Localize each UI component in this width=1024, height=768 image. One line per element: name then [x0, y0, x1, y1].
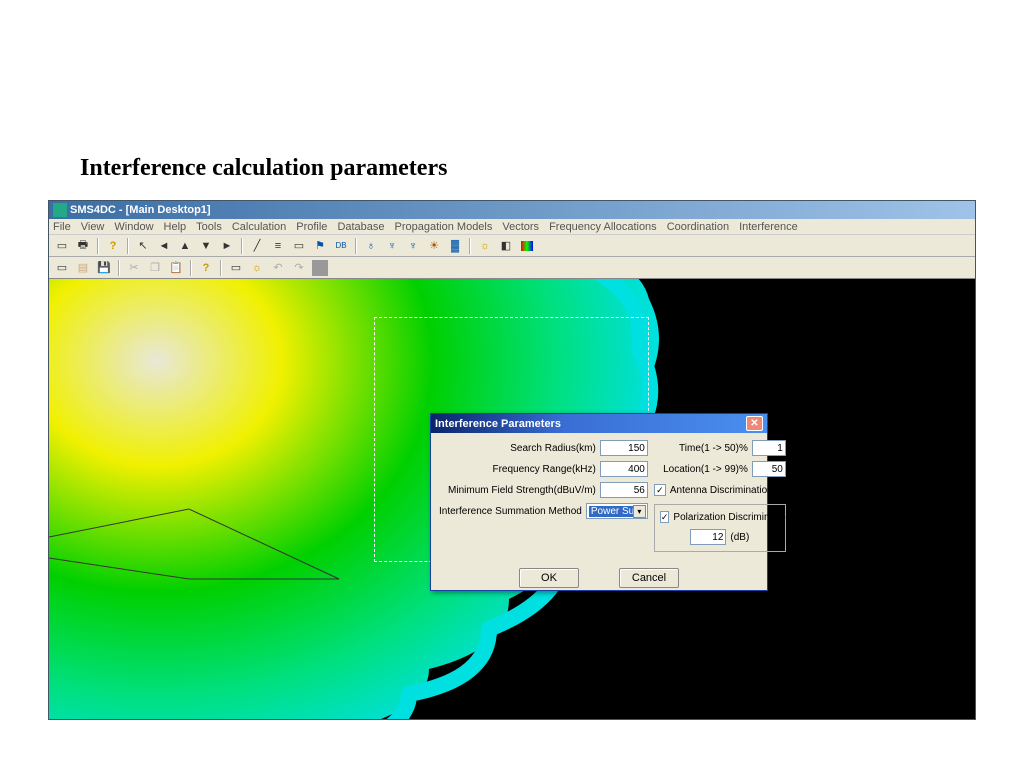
- sum-method-label: Interference Summation Method: [439, 506, 582, 517]
- location-label: Location(1 -> 99)%: [663, 464, 748, 475]
- interference-dialog: Interference Parameters ✕ Search Radius(…: [430, 413, 768, 591]
- sun2-icon[interactable]: ☼: [248, 259, 266, 277]
- open-icon[interactable]: ▤: [74, 259, 92, 277]
- chevron-down-icon[interactable]: ▾: [633, 505, 646, 518]
- freq-range-input[interactable]: [600, 461, 648, 477]
- separator: [469, 238, 471, 254]
- arrow-up-icon[interactable]: ▲: [176, 237, 194, 255]
- db-icon[interactable]: DB: [332, 237, 350, 255]
- arrow-down-icon[interactable]: ▼: [197, 237, 215, 255]
- menu-window[interactable]: Window: [114, 221, 153, 233]
- undo-icon[interactable]: ↶: [269, 259, 287, 277]
- time-input[interactable]: [752, 440, 786, 456]
- color-icon[interactable]: ◧: [497, 237, 515, 255]
- menu-propagation[interactable]: Propagation Models: [395, 221, 493, 233]
- menu-coordination[interactable]: Coordination: [667, 221, 729, 233]
- dialog-titlebar: Interference Parameters ✕: [431, 414, 767, 433]
- tower2-icon[interactable]: ♆: [404, 237, 422, 255]
- help2-icon[interactable]: ?: [197, 259, 215, 277]
- min-fs-label: Minimum Field Strength(dBuV/m): [448, 485, 596, 496]
- menu-freq-alloc[interactable]: Frequency Allocations: [549, 221, 657, 233]
- mast-icon[interactable]: ▓: [446, 237, 464, 255]
- help-icon[interactable]: ?: [104, 237, 122, 255]
- antenna-icon[interactable]: ♁: [362, 237, 380, 255]
- menu-tools[interactable]: Tools: [196, 221, 222, 233]
- min-fs-input[interactable]: [600, 482, 648, 498]
- separator: [97, 238, 99, 254]
- arrow-left-icon[interactable]: ◄: [155, 237, 173, 255]
- polyline-icon[interactable]: ≡: [269, 237, 287, 255]
- search-radius-input[interactable]: [600, 440, 648, 456]
- separator: [190, 260, 192, 276]
- new-icon[interactable]: ▭: [53, 237, 71, 255]
- app-icon: [53, 203, 67, 217]
- dialog-buttons: OK Cancel: [431, 564, 767, 590]
- app-title: SMS4DC - [Main Desktop1]: [70, 204, 211, 216]
- menu-vectors[interactable]: Vectors: [502, 221, 539, 233]
- time-label: Time(1 -> 50)%: [679, 443, 748, 454]
- slide-title: Interference calculation parameters: [80, 155, 447, 182]
- menu-database[interactable]: Database: [337, 221, 384, 233]
- location-input[interactable]: [752, 461, 786, 477]
- sum-method-select[interactable]: Power Sum ▾: [586, 503, 648, 519]
- freq-range-label: Frequency Range(kHz): [492, 464, 595, 475]
- cut-icon[interactable]: ✂: [125, 259, 143, 277]
- toolbar-1: ▭ 🖶 ? ↖ ◄ ▲ ▼ ► ╱ ≡ ▭ ⚑ DB ♁ ♆ ♆ ☀ ▓ ☼ ◧: [49, 235, 975, 257]
- paste-icon[interactable]: 📋: [167, 259, 185, 277]
- flag-icon[interactable]: ⚑: [311, 237, 329, 255]
- search-radius-label: Search Radius(km): [510, 443, 596, 454]
- grey-icon[interactable]: [311, 259, 329, 277]
- polarization-db-input[interactable]: [690, 529, 726, 545]
- antenna-disc-label: Antenna Discrimination: [670, 485, 773, 496]
- menu-file[interactable]: File: [53, 221, 71, 233]
- redo-icon[interactable]: ↷: [290, 259, 308, 277]
- toolbar-2: ▭ ▤ 💾 ✂ ❐ 📋 ? ▭ ☼ ↶ ↷: [49, 257, 975, 279]
- select-rect-icon[interactable]: ▭: [227, 259, 245, 277]
- separator: [355, 238, 357, 254]
- print-icon[interactable]: 🖶: [74, 237, 92, 255]
- app-titlebar: SMS4DC - [Main Desktop1]: [49, 201, 975, 219]
- menu-interference[interactable]: Interference: [739, 221, 798, 233]
- save-icon[interactable]: 💾: [95, 259, 113, 277]
- ok-button[interactable]: OK: [519, 568, 579, 588]
- antenna-disc-checkbox[interactable]: ✓: [654, 484, 666, 496]
- polarization-disc-label: Polarization Discrimination: [673, 512, 791, 523]
- rect-icon[interactable]: ▭: [290, 237, 308, 255]
- line-icon[interactable]: ╱: [248, 237, 266, 255]
- beacon-icon[interactable]: ☀: [425, 237, 443, 255]
- cancel-button[interactable]: Cancel: [619, 568, 679, 588]
- menu-help[interactable]: Help: [164, 221, 187, 233]
- polarization-disc-checkbox[interactable]: ✓: [660, 511, 670, 523]
- separator: [127, 238, 129, 254]
- polarization-fieldset: ✓ Polarization Discrimination (dB): [654, 504, 786, 552]
- separator: [220, 260, 222, 276]
- menu-calculation[interactable]: Calculation: [232, 221, 286, 233]
- menu-profile[interactable]: Profile: [296, 221, 327, 233]
- sum-method-value: Power Sum: [589, 506, 633, 517]
- tower1-icon[interactable]: ♆: [383, 237, 401, 255]
- polarization-db-unit: (dB): [730, 532, 749, 543]
- pointer-icon[interactable]: ↖: [134, 237, 152, 255]
- palette-icon[interactable]: [518, 237, 536, 255]
- separator: [118, 260, 120, 276]
- menu-view[interactable]: View: [81, 221, 105, 233]
- close-icon[interactable]: ✕: [746, 416, 763, 431]
- arrow-right-icon[interactable]: ►: [218, 237, 236, 255]
- sun-icon[interactable]: ☼: [476, 237, 494, 255]
- dialog-body: Search Radius(km) Frequency Range(kHz) M…: [431, 433, 767, 562]
- new2-icon[interactable]: ▭: [53, 259, 71, 277]
- separator: [241, 238, 243, 254]
- copy-icon[interactable]: ❐: [146, 259, 164, 277]
- menubar: File View Window Help Tools Calculation …: [49, 219, 975, 235]
- dialog-title: Interference Parameters: [435, 418, 561, 430]
